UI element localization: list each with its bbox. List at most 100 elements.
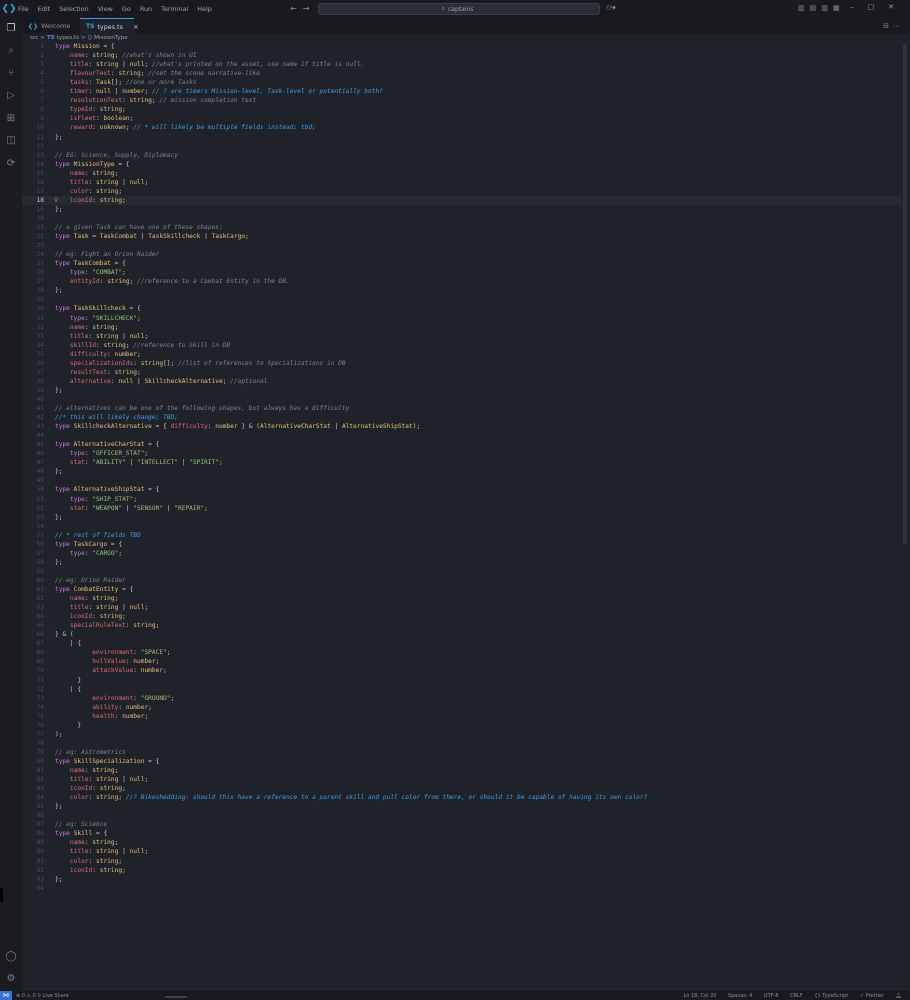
code-line[interactable]: 59 — [22, 567, 902, 576]
code-line[interactable]: 82 title: string | null; — [22, 775, 902, 784]
code-line[interactable]: 34 skillId: string; //reference to Skill… — [22, 341, 902, 350]
maximize-icon[interactable]: □ — [868, 3, 889, 11]
forward-arrow-icon[interactable]: → — [303, 4, 316, 13]
code-line[interactable]: 33 title: string | null; — [22, 332, 902, 341]
breadcrumb-folder[interactable]: src — [30, 35, 38, 41]
code-line[interactable]: 88 type Skill = { — [22, 829, 902, 838]
code-line[interactable]: 10 reward: unknown; // * will likely be … — [22, 123, 902, 132]
code-line[interactable]: 17 color: string; — [22, 187, 902, 196]
code-line[interactable]: 5 tasks: Task[]; //one or more Tasks — [22, 78, 902, 87]
code-line[interactable]: 36 specializationIds: string[]; //list o… — [22, 359, 902, 368]
minimize-icon[interactable]: – — [850, 3, 868, 11]
code-line[interactable]: 90 title: string | null; — [22, 847, 902, 856]
code-line[interactable]: 80 type SkillSpecialization = { — [22, 757, 902, 766]
code-line[interactable]: 30 type TaskSkillcheck = { — [22, 304, 902, 313]
code-line[interactable]: 75 health: number; — [22, 712, 902, 721]
status-position[interactable]: Ln 18, Col 20 — [683, 993, 716, 999]
code-line[interactable]: 41 // alternatives can be one of the foll… — [22, 404, 902, 413]
code-line[interactable]: 24 // eg: Fight an Orion Raider — [22, 250, 902, 259]
code-line[interactable]: 91 color: string; — [22, 857, 902, 866]
code-line[interactable]: 28}; — [22, 286, 902, 295]
code-line[interactable]: 43 type SkillcheckAlternative = { difficu… — [22, 422, 902, 431]
menu-run[interactable]: Run — [140, 5, 152, 13]
code-line[interactable]: 93}; — [22, 875, 902, 884]
code-line[interactable]: 4 flavourText: string; //set the scene n… — [22, 69, 902, 78]
toggle-panel-icon[interactable]: ▤ — [810, 4, 822, 12]
menu-terminal[interactable]: Terminal — [161, 5, 188, 13]
tab-welcome[interactable]: ❮❯ Welcome — [22, 18, 80, 34]
code-line[interactable]: 46 type: "OFFICER_STAT"; — [22, 449, 902, 458]
more-actions-icon[interactable]: ⋯ — [893, 22, 904, 30]
remote-icon[interactable]: ⋈ — [0, 991, 12, 1000]
code-line[interactable]: 7 resolutionText: string; // mission com… — [22, 96, 902, 105]
code-line[interactable]: 81 name: string; — [22, 766, 902, 775]
code-line[interactable]: 27 entityId: string; //reference to a Co… — [22, 277, 902, 286]
code-line[interactable]: 85}; — [22, 802, 902, 811]
search-view-icon[interactable]: ⌕ — [4, 44, 18, 58]
code-line[interactable]: 45 type AlternativeCharStat = { — [22, 440, 902, 449]
toggle-primary-sidebar-icon[interactable]: ▥ — [798, 4, 810, 12]
code-line[interactable]: 92 iconId: string; — [22, 866, 902, 875]
menu-go[interactable]: Go — [122, 5, 131, 13]
code-line[interactable]: 2 name: string; //what's shown in UI — [22, 51, 902, 60]
code-line[interactable]: 16 title: string | null; — [22, 178, 902, 187]
code-line[interactable]: 11}; — [22, 133, 902, 142]
code-line[interactable]: 49 — [22, 476, 902, 485]
code-line[interactable]: 77); — [22, 730, 902, 739]
vertical-scrollbar[interactable] — [903, 44, 907, 544]
code-line[interactable]: 53}; — [22, 513, 902, 522]
status-prettier[interactable]: ✓ Prettier — [860, 993, 884, 999]
code-line[interactable]: 19}; — [22, 205, 902, 214]
menu-edit[interactable]: Edit — [38, 5, 50, 13]
code-line[interactable]: 89 name: string; — [22, 838, 902, 847]
explorer-icon[interactable]: ❐ — [4, 22, 18, 36]
code-line[interactable]: 72 | { — [22, 685, 902, 694]
code-line[interactable]: 65 specialRuleText: string; — [22, 621, 902, 630]
code-line[interactable]: 20 — [22, 214, 902, 223]
command-center-search[interactable]: ⌕ captains — [318, 3, 600, 15]
code-line[interactable]: 69 hullValue: number; — [22, 657, 902, 666]
code-line[interactable]: 9 isFleet: boolean; — [22, 114, 902, 123]
code-line[interactable]: 52 stat: "WEAPON" | "SENSOR" | "REPAIR"; — [22, 504, 902, 513]
code-line[interactable]: 21 // a given Task can have one of these … — [22, 223, 902, 232]
close-window-icon[interactable]: ✕ — [888, 3, 908, 11]
source-control-icon[interactable]: ⑂ — [4, 67, 18, 81]
code-line[interactable]: 1 type Mission = { — [22, 42, 902, 51]
code-line[interactable]: 25 type TaskCombat = { — [22, 259, 902, 268]
code-line[interactable]: 6 timer: null | number; // ? are timers … — [22, 87, 902, 96]
code-line[interactable]: 40 — [22, 395, 902, 404]
code-editor[interactable]: 1 type Mission = {2 name: string; //what'… — [22, 42, 910, 991]
breadcrumb-file[interactable]: types.ts — [57, 35, 79, 41]
status-encoding[interactable]: UTF-8 — [764, 993, 779, 999]
code-line[interactable]: 42 //* this will likely change; TBD; — [22, 413, 902, 422]
close-icon[interactable]: × — [133, 23, 139, 31]
code-line[interactable]: 15 name: string; — [22, 169, 902, 178]
code-line[interactable]: 26 type: "COMBAT"; — [22, 268, 902, 277]
code-line[interactable]: 79 // eg: Astrometrics — [22, 748, 902, 757]
code-line[interactable]: 44 — [22, 431, 902, 440]
run-debug-icon[interactable]: ▷ — [4, 89, 18, 103]
code-line[interactable]: 60 // eg: Orion Raider — [22, 576, 902, 585]
status-eol[interactable]: CRLF — [790, 993, 803, 999]
code-line[interactable]: 73 environment: "GROUND"; — [22, 694, 902, 703]
code-line[interactable]: 37 resultText: string; — [22, 368, 902, 377]
code-line[interactable]: 47 stat: "ABILITY" | "INTELLECT" | "SPIR… — [22, 458, 902, 467]
status-problems[interactable]: ⊗ 0 ⚠ 0 ⚲ Live Share — [16, 993, 69, 999]
code-line[interactable]: 64 iconId: string; — [22, 612, 902, 621]
code-line[interactable]: 51 type: "SHIP_STAT"; — [22, 495, 902, 504]
code-line[interactable]: 31 type: "SKILLCHECK"; — [22, 314, 902, 323]
code-line[interactable]: 22 type Task = TaskCombat | TaskSkillchec… — [22, 232, 902, 241]
code-line[interactable]: 78 — [22, 739, 902, 748]
copilot-icon[interactable]: ⚇▾ — [606, 4, 616, 12]
code-line[interactable]: 62 name: string; — [22, 594, 902, 603]
toggle-secondary-sidebar-icon[interactable]: ▥ — [821, 4, 833, 12]
code-line[interactable]: 56 type TaskCargo = { — [22, 540, 902, 549]
code-line[interactable]: 14 type MissionType = { — [22, 160, 902, 169]
menu-selection[interactable]: Selection — [59, 5, 88, 13]
code-line[interactable]: 94 — [22, 884, 902, 893]
status-indentation[interactable]: Spaces: 4 — [728, 993, 752, 999]
code-line[interactable]: 3 title: string | null; //what's printed… — [22, 60, 902, 69]
code-line[interactable]: 76 } — [22, 721, 902, 730]
manage-gear-icon[interactable]: ⚙ — [4, 972, 18, 986]
horizontal-scrollbar[interactable] — [165, 996, 187, 998]
